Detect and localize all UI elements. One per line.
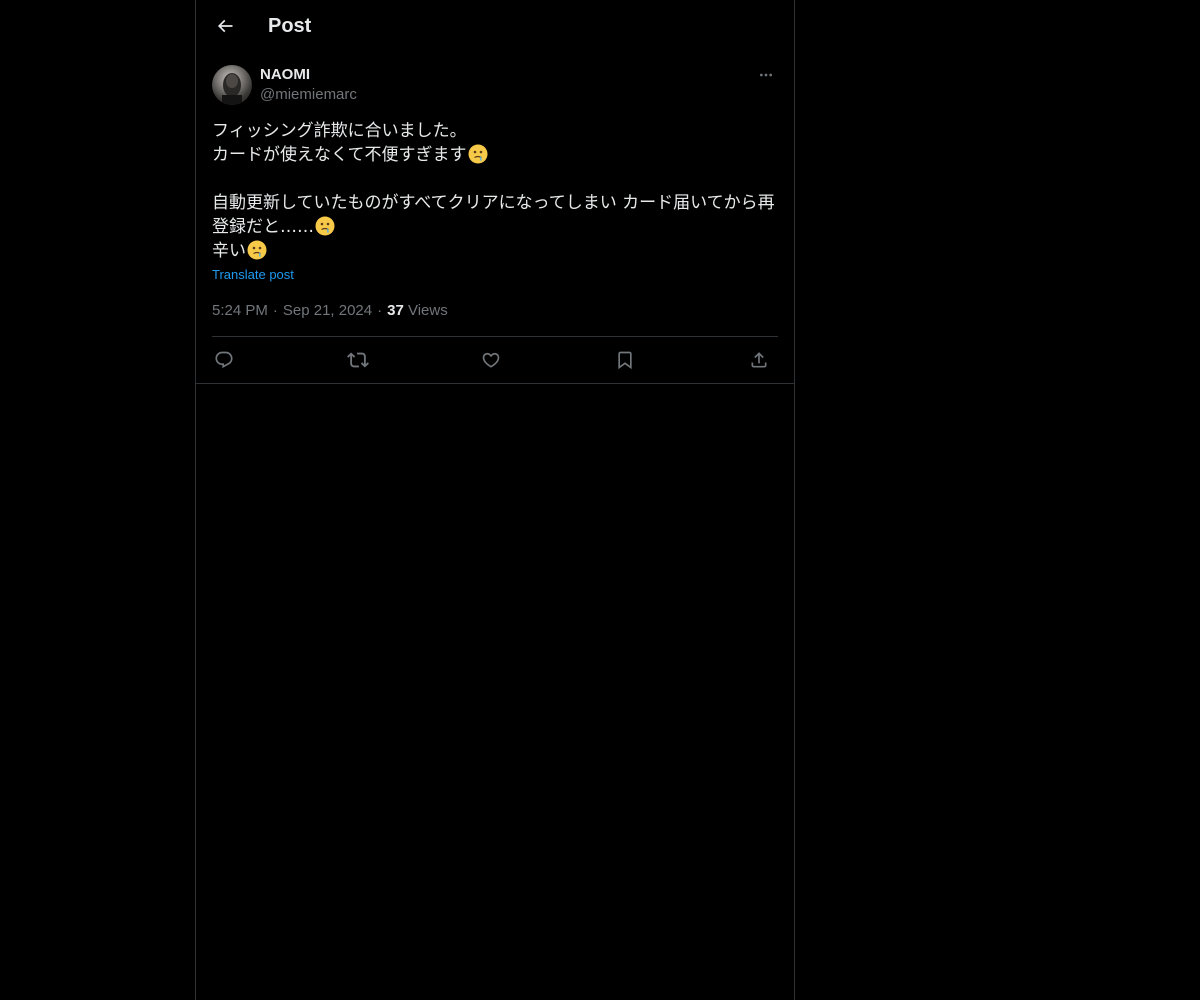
share-icon: [749, 350, 769, 370]
post-text-line: 辛い: [212, 239, 778, 263]
bookmark-button[interactable]: [613, 348, 637, 372]
more-horizontal-icon: [758, 67, 774, 83]
post-action-bar: [212, 337, 778, 383]
arrow-left-icon: [215, 16, 235, 36]
face-holding-back-tears-icon: [315, 216, 335, 236]
page-header: Post: [196, 0, 794, 53]
more-options-button[interactable]: [754, 64, 778, 86]
face-holding-back-tears-icon: [468, 144, 488, 164]
repost-button[interactable]: [346, 348, 370, 372]
views-label: Views: [407, 302, 448, 319]
back-button[interactable]: [208, 9, 242, 43]
post-text: フィッシング詐欺に合いました。 カードが使えなくて不便すぎます 自動更新していた…: [212, 119, 778, 263]
primary-column: Post NAOMI @miemiemarc フィッシング詐欺に合いました。 カ…: [195, 0, 795, 1000]
separator-dot: ·: [272, 302, 278, 319]
avatar[interactable]: [212, 65, 252, 105]
post-text-line: カードが使えなくて不便すぎます: [212, 143, 778, 167]
divider: [196, 383, 794, 384]
reply-button[interactable]: [212, 348, 236, 372]
repost-icon: [347, 349, 369, 371]
page-title: Post: [268, 15, 312, 37]
post-text-line: [212, 167, 778, 191]
post-date[interactable]: Sep 21, 2024: [283, 302, 372, 319]
author-display-name[interactable]: NAOMI: [260, 66, 310, 84]
separator-dot: ·: [377, 302, 383, 319]
translate-post-link[interactable]: Translate post: [212, 267, 294, 283]
like-button[interactable]: [479, 348, 503, 372]
bookmark-icon: [615, 350, 635, 370]
share-button[interactable]: [747, 348, 771, 372]
post-text-line: 自動更新していたものがすべてクリアになってしまい カード届いてから再: [212, 193, 775, 213]
post-time[interactable]: 5:24 PM: [212, 302, 268, 319]
heart-icon: [481, 350, 501, 370]
post-text-line: 登録だと……: [212, 215, 778, 239]
post-metadata: 5:24 PM · Sep 21, 2024 · 37 Views: [212, 301, 448, 321]
post-text-line: フィッシング詐欺に合いました。: [212, 121, 467, 141]
face-holding-back-tears-icon: [247, 240, 267, 260]
views-count: 37: [387, 302, 404, 319]
author-handle[interactable]: @miemiemarc: [260, 86, 357, 104]
reply-icon: [214, 350, 234, 370]
